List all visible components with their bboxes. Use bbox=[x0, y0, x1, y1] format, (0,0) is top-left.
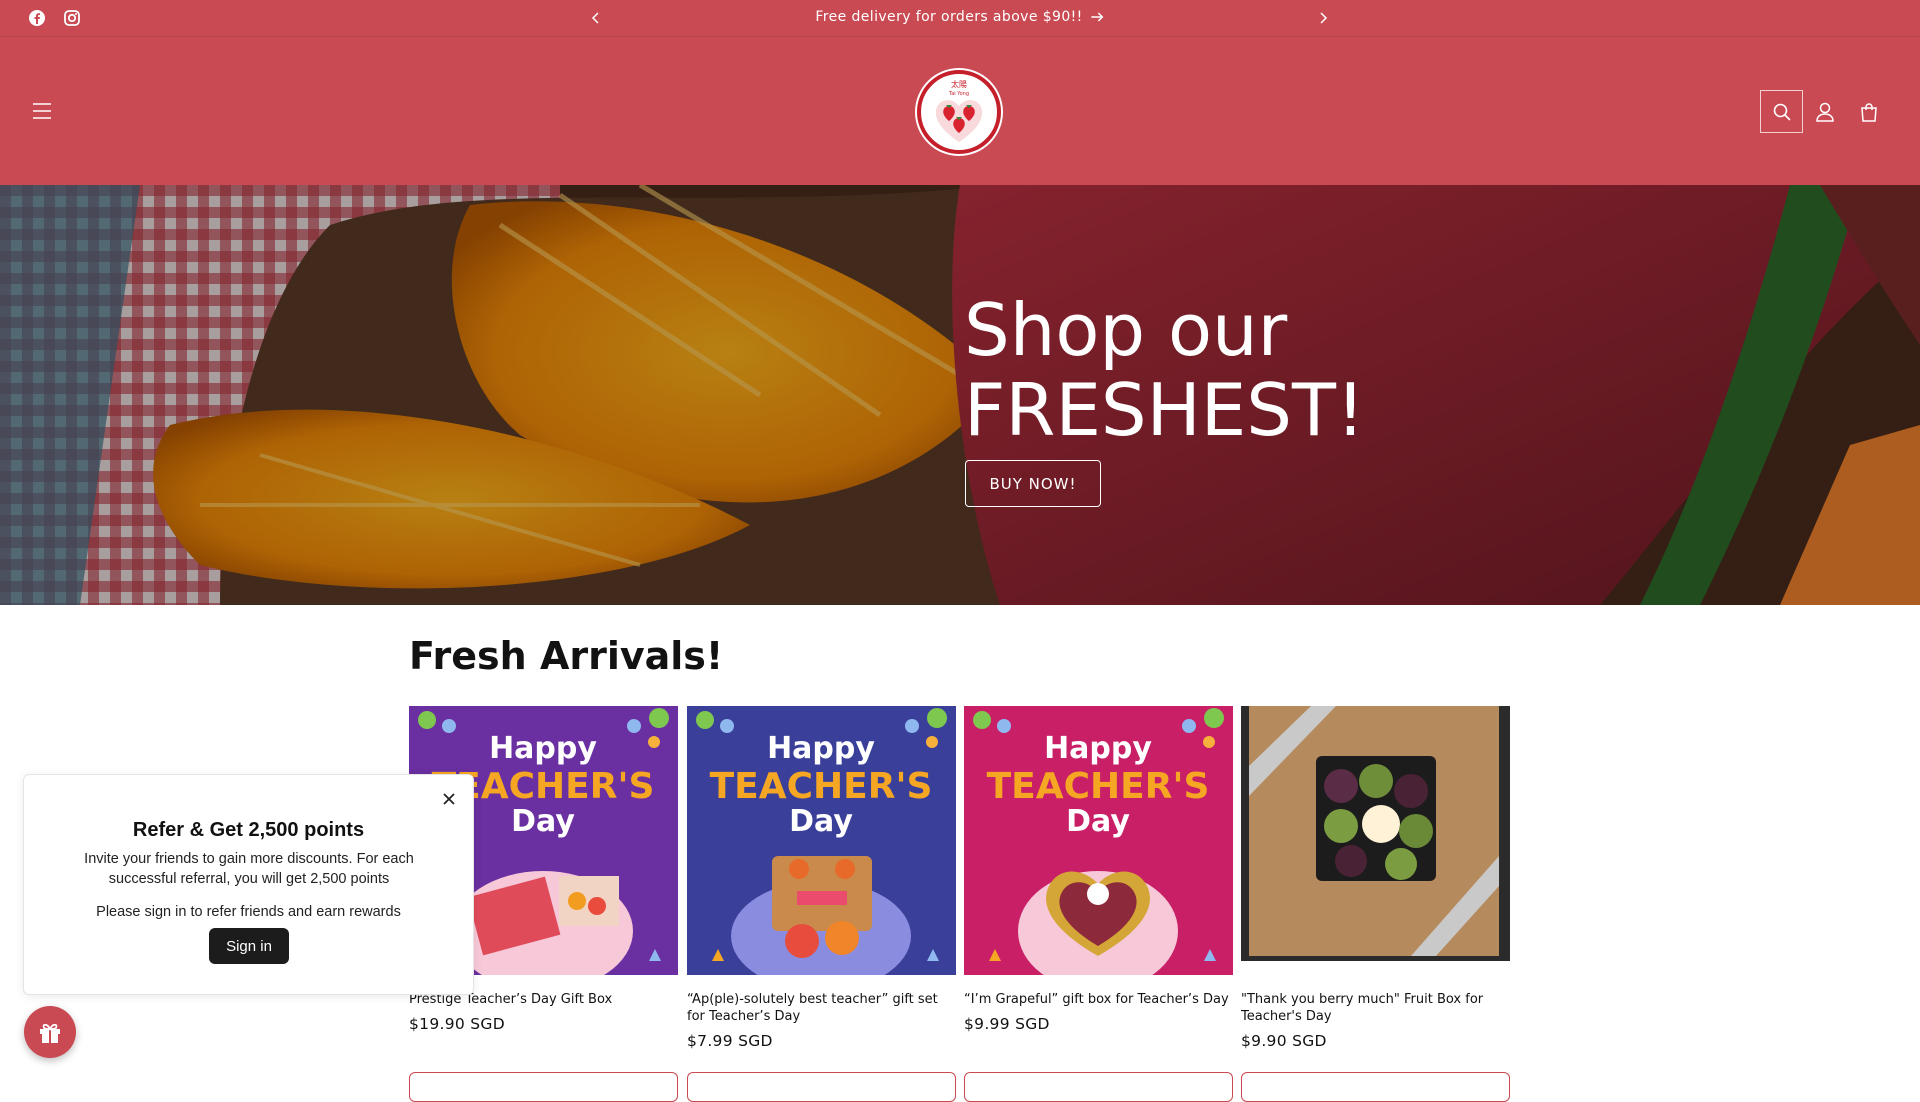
announcement-text: Free delivery for orders above $90!! bbox=[815, 9, 1083, 25]
close-button[interactable] bbox=[439, 789, 459, 809]
announcement-prev-button[interactable] bbox=[586, 8, 606, 28]
instagram-icon[interactable] bbox=[63, 9, 81, 27]
hero-fruit-image bbox=[0, 185, 1920, 605]
buy-now-button[interactable]: BUY NOW! bbox=[965, 460, 1101, 507]
product-price: $7.99 SGD bbox=[687, 1032, 773, 1050]
close-icon bbox=[443, 793, 455, 805]
svg-text:Happy: Happy bbox=[767, 731, 875, 766]
hero-title-line2: FRESHEST! bbox=[964, 368, 1365, 452]
svg-text:Happy: Happy bbox=[489, 731, 597, 766]
svg-text:Day: Day bbox=[1066, 804, 1130, 839]
popup-title: Refer & Get 2,500 points bbox=[132, 819, 365, 841]
search-button[interactable] bbox=[1760, 90, 1803, 133]
product-card: Happy TEACHER'S Day “Ap(ple)-solutely be… bbox=[687, 706, 956, 1102]
product-price: $9.90 SGD bbox=[1241, 1032, 1327, 1050]
product-image[interactable]: Happy TEACHER'S Day bbox=[687, 706, 956, 975]
popup-note: Please sign in to refer friends and earn… bbox=[96, 904, 401, 920]
svg-text:Day: Day bbox=[789, 804, 853, 839]
add-to-cart-button[interactable] bbox=[1241, 1072, 1510, 1102]
svg-text:太陽: 太陽 bbox=[951, 79, 967, 89]
hero-title: Shop our FRESHEST! bbox=[964, 290, 1365, 450]
product-card: "Thank you berry much" Fruit Box for Tea… bbox=[1241, 706, 1510, 1102]
product-card: Happy TEACHER'S Day “I’m Grapeful” gift … bbox=[964, 706, 1233, 1102]
hero-banner: Shop our FRESHEST! BUY NOW! bbox=[0, 185, 1920, 605]
arrow-right-icon bbox=[1091, 12, 1104, 22]
site-logo[interactable]: 太陽 Tai Yong bbox=[917, 70, 1001, 154]
site-header: 太陽 Tai Yong bbox=[0, 37, 1920, 185]
account-button[interactable] bbox=[1812, 99, 1838, 125]
svg-text:Tai Yong: Tai Yong bbox=[948, 91, 969, 97]
add-to-cart-button[interactable] bbox=[964, 1072, 1233, 1102]
product-image[interactable] bbox=[1241, 706, 1510, 961]
product-price: $9.99 SGD bbox=[964, 1015, 1050, 1033]
chevron-right-icon bbox=[1320, 12, 1328, 24]
hero-title-line1: Shop our bbox=[964, 288, 1288, 372]
menu-icon bbox=[33, 103, 51, 119]
gift-icon bbox=[40, 1023, 60, 1043]
popup-description: Invite your friends to gain more discoun… bbox=[84, 851, 414, 887]
product-name[interactable]: "Thank you berry much" Fruit Box for Tea… bbox=[1241, 991, 1510, 1025]
rewards-launcher-button[interactable] bbox=[24, 1006, 76, 1058]
svg-text:TEACHER'S: TEACHER'S bbox=[987, 766, 1210, 807]
social-links bbox=[28, 9, 81, 27]
fruit-box-photo bbox=[1241, 706, 1510, 961]
announcement-bar: Free delivery for orders above $90!! bbox=[0, 0, 1920, 37]
chevron-left-icon bbox=[591, 12, 599, 24]
sign-in-button[interactable]: Sign in bbox=[209, 928, 289, 964]
teachers-day-graphic: Happy TEACHER'S Day bbox=[696, 708, 947, 975]
referral-popup: Refer & Get 2,500 points Invite your fri… bbox=[23, 774, 474, 995]
announcement-next-button[interactable] bbox=[1313, 8, 1333, 28]
svg-text:Happy: Happy bbox=[1044, 731, 1152, 766]
product-name[interactable]: “I’m Grapeful” gift box for Teacher’s Da… bbox=[964, 991, 1233, 1008]
cart-button[interactable] bbox=[1856, 99, 1882, 125]
product-image[interactable]: Happy TEACHER'S Day bbox=[964, 706, 1233, 975]
facebook-icon[interactable] bbox=[28, 9, 46, 27]
announcement-link[interactable]: Free delivery for orders above $90!! bbox=[815, 9, 1104, 25]
strawberry-logo-icon: 太陽 Tai Yong bbox=[935, 79, 983, 142]
search-icon bbox=[1773, 103, 1791, 121]
cart-icon bbox=[1861, 103, 1877, 122]
teachers-day-graphic: Happy TEACHER'S Day bbox=[973, 708, 1224, 975]
product-price: $19.90 SGD bbox=[409, 1015, 505, 1033]
add-to-cart-button[interactable] bbox=[687, 1072, 956, 1102]
svg-text:Day: Day bbox=[511, 804, 575, 839]
svg-text:TEACHER'S: TEACHER'S bbox=[710, 766, 933, 807]
product-name[interactable]: “Ap(ple)-solutely best teacher” gift set… bbox=[687, 991, 956, 1025]
section-title: Fresh Arrivals! bbox=[409, 634, 724, 678]
add-to-cart-button[interactable] bbox=[409, 1072, 678, 1102]
account-icon bbox=[1816, 102, 1834, 122]
menu-button[interactable] bbox=[30, 100, 54, 122]
